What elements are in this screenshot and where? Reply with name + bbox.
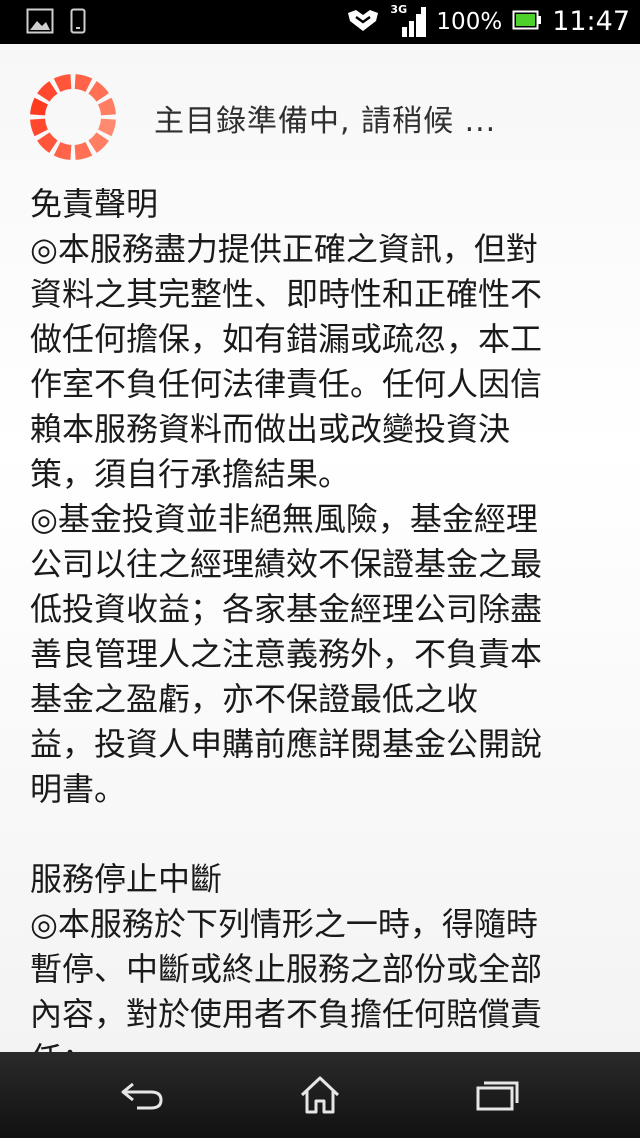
status-bar: 3G 100% 11:47: [0, 0, 640, 44]
disclaimer-line: 益，投資人申購前應詳閱基金公開說: [30, 725, 543, 763]
disclaimer-line: 暫停、中斷或終止服務之部份或全部: [30, 950, 543, 988]
spinner-segment: [98, 97, 116, 116]
disclaimer-line: 基金之盈虧，亦不保證最低之收: [30, 680, 479, 718]
disclaimer-line: 免責聲明: [30, 185, 159, 223]
status-bar-notifications: [26, 8, 86, 38]
disclaimer-text: 免責聲明 ◎本服務盡力提供正確之資訊，但對 資料之其完整性、即時性和正確性不 做任何擔…: [30, 182, 615, 1052]
home-icon: [300, 1076, 340, 1114]
disclaimer-line: 做任何擔保，如有錯漏或疏忽，本工: [30, 320, 543, 358]
status-bar-system: 3G 100% 11:47: [346, 0, 630, 44]
spinner-segment: [53, 142, 72, 160]
disclaimer-line: 策，須自行承擔結果。: [30, 455, 351, 493]
disclaimer-line: 任：: [30, 1037, 615, 1052]
spinner-segment: [74, 142, 93, 160]
home-button[interactable]: [295, 1070, 345, 1120]
disclaimer-line: ◎本服務盡力提供正確之資訊，但對: [30, 230, 538, 268]
battery-icon: [512, 8, 542, 36]
spinner-segment: [37, 81, 58, 102]
spinner-segment: [88, 81, 109, 102]
loading-spinner-icon: [30, 74, 116, 160]
disclaimer-line: 服務停止中斷: [30, 860, 223, 898]
disclaimer-line: 低投資收益；各家基金經理公司除盡: [30, 590, 543, 628]
spinner-segment: [88, 132, 109, 153]
disclaimer-line: ◎本服務於下列情形之一時，得隨時: [30, 905, 538, 943]
disclaimer-line: 明書。: [30, 770, 127, 808]
loading-indicator: 主目錄準備中, 請稍候 ...: [28, 72, 618, 162]
back-button[interactable]: [117, 1070, 167, 1120]
disclaimer-line: 作室不負任何法律責任。任何人因信: [30, 365, 543, 403]
spinner-segment: [30, 118, 48, 137]
clock: 11:47: [552, 6, 630, 37]
recent-apps-icon: [476, 1081, 519, 1111]
spinner-segment: [74, 74, 93, 92]
spinner-segment: [53, 74, 72, 92]
recent-apps-button[interactable]: [472, 1070, 522, 1120]
loading-message: 主目錄準備中, 請稍候 ...: [154, 104, 497, 139]
spinner-segment: [37, 132, 58, 153]
disclaimer-line: 資料之其完整性、即時性和正確性不: [30, 275, 543, 313]
picture-icon: [26, 8, 54, 38]
disclaimer-line: ◎基金投資並非絕無風險，基金經理: [30, 500, 538, 538]
cell-signal-icon: 3G: [390, 3, 427, 39]
disclaimer-line: 公司以往之經理績效不保證基金之最: [30, 545, 543, 583]
battery-percent: 100%: [436, 9, 503, 35]
disclaimer-line: 內容，對於使用者不負擔任何賠償責: [30, 995, 543, 1033]
spinner-segment: [30, 97, 48, 116]
navigation-bar: [0, 1052, 640, 1138]
back-icon: [121, 1082, 163, 1110]
spinner-segment: [98, 118, 116, 137]
disclaimer-line: 善良管理人之注意義務外，不負責本: [30, 635, 543, 673]
main-content[interactable]: 主目錄準備中, 請稍候 ... 免責聲明 ◎本服務盡力提供正確之資訊，但對 資料之其…: [0, 44, 640, 1052]
signal-handshake-icon: [346, 7, 380, 37]
disclaimer-line: 賴本服務資料而做出或改變投資決: [30, 410, 511, 448]
phone-icon: [70, 8, 86, 38]
